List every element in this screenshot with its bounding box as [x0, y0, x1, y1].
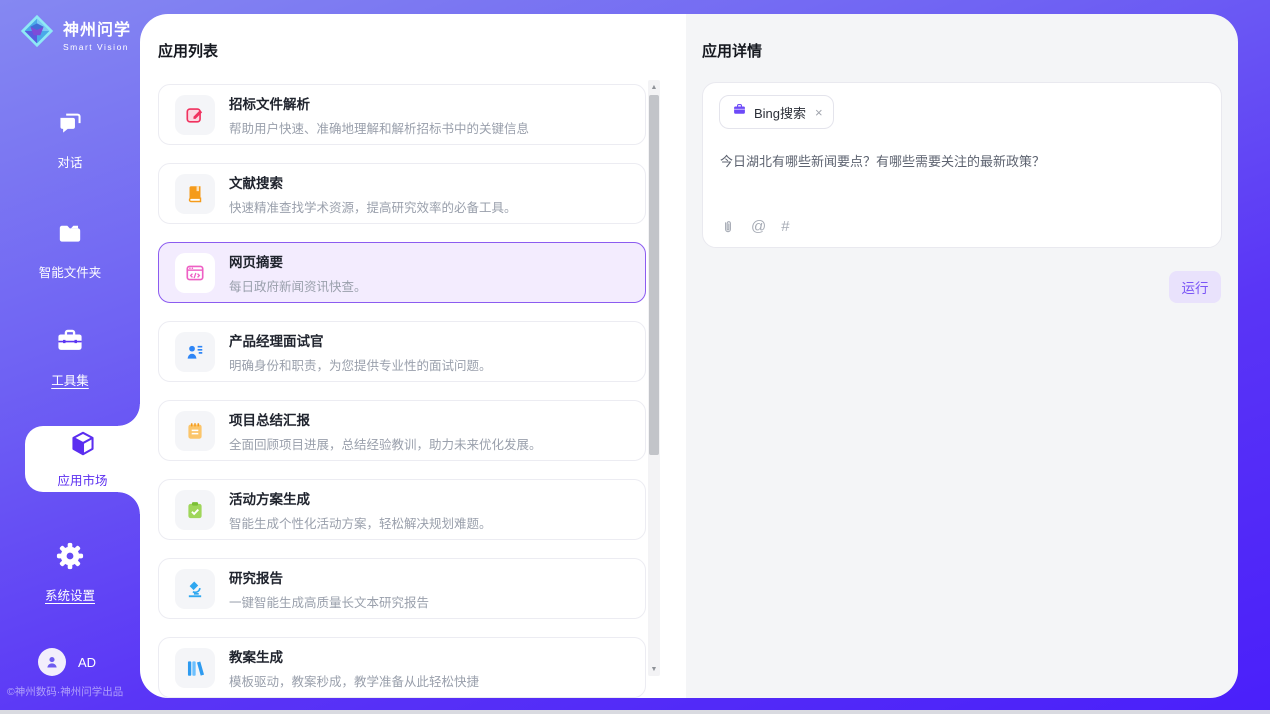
sidebar-item-smart-folder[interactable]: 智能文件夹	[0, 220, 140, 281]
sidebar-item-label: 应用市场	[57, 470, 107, 489]
tool-chip-label: Bing搜索	[754, 103, 806, 122]
briefcase-icon	[732, 102, 747, 122]
brand: 神州问学 Smart Vision	[18, 12, 131, 55]
sidebar-item-label: 系统设置	[45, 585, 95, 604]
app-card-desc: 全面回顾项目进展，总结经验教训，助力未来优化发展。	[229, 434, 542, 453]
app-card-lesson-plan[interactable]: 教案生成 模板驱动，教案秒成，教学准备从此轻松快捷	[158, 637, 646, 698]
hash-icon[interactable]: #	[781, 218, 789, 235]
folder-icon	[56, 220, 84, 253]
app-detail-panel: 应用详情 Bing搜索 × 今日湖北有哪些新闻要点？有哪些需要关注的最新政策？	[686, 14, 1238, 698]
user-account[interactable]: AD	[38, 648, 96, 676]
notepad-icon	[175, 411, 215, 451]
app-card-web-summary[interactable]: 网页摘要 每日政府新闻资讯快查。	[158, 242, 646, 303]
books-icon	[175, 648, 215, 688]
sidebar-item-settings[interactable]: 系统设置	[0, 541, 140, 604]
app-card-title: 教案生成	[229, 646, 479, 666]
user-initials: AD	[78, 655, 96, 670]
toolbox-icon	[55, 326, 85, 361]
pen-square-icon	[175, 95, 215, 135]
app-list-title: 应用列表	[158, 40, 218, 61]
app-card-title: 招标文件解析	[229, 93, 529, 113]
app-card-desc: 明确身份和职责，为您提供专业性的面试问题。	[229, 355, 492, 374]
scrollbar-thumb[interactable]	[649, 95, 659, 455]
app-card-title: 项目总结汇报	[229, 409, 542, 429]
app-card-list: 招标文件解析 帮助用户快速、准确地理解和解析招标书中的关键信息 文献搜索 快速精…	[158, 84, 646, 698]
clipboard-check-icon	[175, 490, 215, 530]
paperclip-icon[interactable]	[720, 219, 736, 235]
sidebar-item-app-market[interactable]: 应用市场	[25, 426, 140, 492]
app-card-event-plan[interactable]: 活动方案生成 智能生成个性化活动方案，轻松解决规划难题。	[158, 479, 646, 540]
app-card-title: 研究报告	[229, 567, 429, 587]
sidebar: 神州问学 Smart Vision 对话 智能文件夹	[0, 0, 140, 714]
cube-icon	[68, 429, 98, 464]
person-icon	[44, 654, 60, 670]
app-card-title: 活动方案生成	[229, 488, 492, 508]
microscope-icon	[175, 569, 215, 609]
book-icon	[175, 174, 215, 214]
interviewer-icon	[175, 332, 215, 372]
prompt-toolbar: @ #	[720, 218, 790, 235]
app-card-pm-interviewer[interactable]: 产品经理面试官 明确身份和职责，为您提供专业性的面试问题。	[158, 321, 646, 382]
app-card-desc: 模板驱动，教案秒成，教学准备从此轻松快捷	[229, 671, 479, 690]
app-card-project-summary[interactable]: 项目总结汇报 全面回顾项目进展，总结经验教训，助力未来优化发展。	[158, 400, 646, 461]
app-card-research-report[interactable]: 研究报告 一键智能生成高质量长文本研究报告	[158, 558, 646, 619]
close-icon[interactable]: ×	[815, 105, 823, 120]
browser-code-icon	[175, 253, 215, 293]
prompt-input[interactable]: 今日湖北有哪些新闻要点？有哪些需要关注的最新政策？	[720, 152, 1201, 172]
scrollbar-down-arrow[interactable]: ▼	[648, 662, 660, 676]
app-detail-title: 应用详情	[702, 40, 762, 61]
tool-chip-bing-search[interactable]: Bing搜索 ×	[719, 95, 834, 129]
avatar	[38, 648, 66, 676]
sidebar-item-label: 对话	[57, 152, 82, 171]
scrollbar[interactable]: ▲ ▼	[648, 80, 660, 676]
copyright-footer: ©神州数码·神州问学出品	[7, 684, 147, 699]
app-card-desc: 帮助用户快速、准确地理解和解析招标书中的关键信息	[229, 118, 529, 137]
at-icon[interactable]: @	[751, 218, 766, 235]
app-card-desc: 智能生成个性化活动方案，轻松解决规划难题。	[229, 513, 492, 532]
sidebar-item-chat[interactable]: 对话	[0, 110, 140, 171]
gear-icon	[55, 541, 85, 576]
scrollbar-up-arrow[interactable]: ▲	[648, 80, 660, 94]
sidebar-item-label: 工具集	[51, 370, 89, 389]
app-card-desc: 快速精准查找学术资源，提高研究效率的必备工具。	[229, 197, 517, 216]
app-card-title: 产品经理面试官	[229, 330, 492, 350]
app-list-panel: 应用列表 招标文件解析 帮助用户快速、准确地理解和解析招标书中的关键信息	[140, 14, 686, 698]
prompt-card: Bing搜索 × 今日湖北有哪些新闻要点？有哪些需要关注的最新政策？ @ #	[702, 82, 1222, 248]
run-button[interactable]: 运行	[1169, 271, 1221, 303]
window-bottom-edge	[0, 710, 1270, 714]
gem-diamond-icon	[18, 12, 56, 55]
app-card-desc: 每日政府新闻资讯快查。	[229, 276, 367, 295]
chat-icon	[56, 110, 84, 143]
app-card-bid-parse[interactable]: 招标文件解析 帮助用户快速、准确地理解和解析招标书中的关键信息	[158, 84, 646, 145]
content-area: 应用列表 招标文件解析 帮助用户快速、准确地理解和解析招标书中的关键信息	[140, 14, 1238, 698]
app-card-title: 网页摘要	[229, 251, 367, 271]
app-card-title: 文献搜索	[229, 172, 517, 192]
app-card-desc: 一键智能生成高质量长文本研究报告	[229, 592, 429, 611]
sidebar-item-label: 智能文件夹	[39, 262, 102, 281]
app-card-literature-search[interactable]: 文献搜索 快速精准查找学术资源，提高研究效率的必备工具。	[158, 163, 646, 224]
brand-name: 神州问学	[63, 16, 131, 40]
sidebar-item-toolset[interactable]: 工具集	[0, 326, 140, 389]
brand-subtitle: Smart Vision	[63, 42, 131, 52]
